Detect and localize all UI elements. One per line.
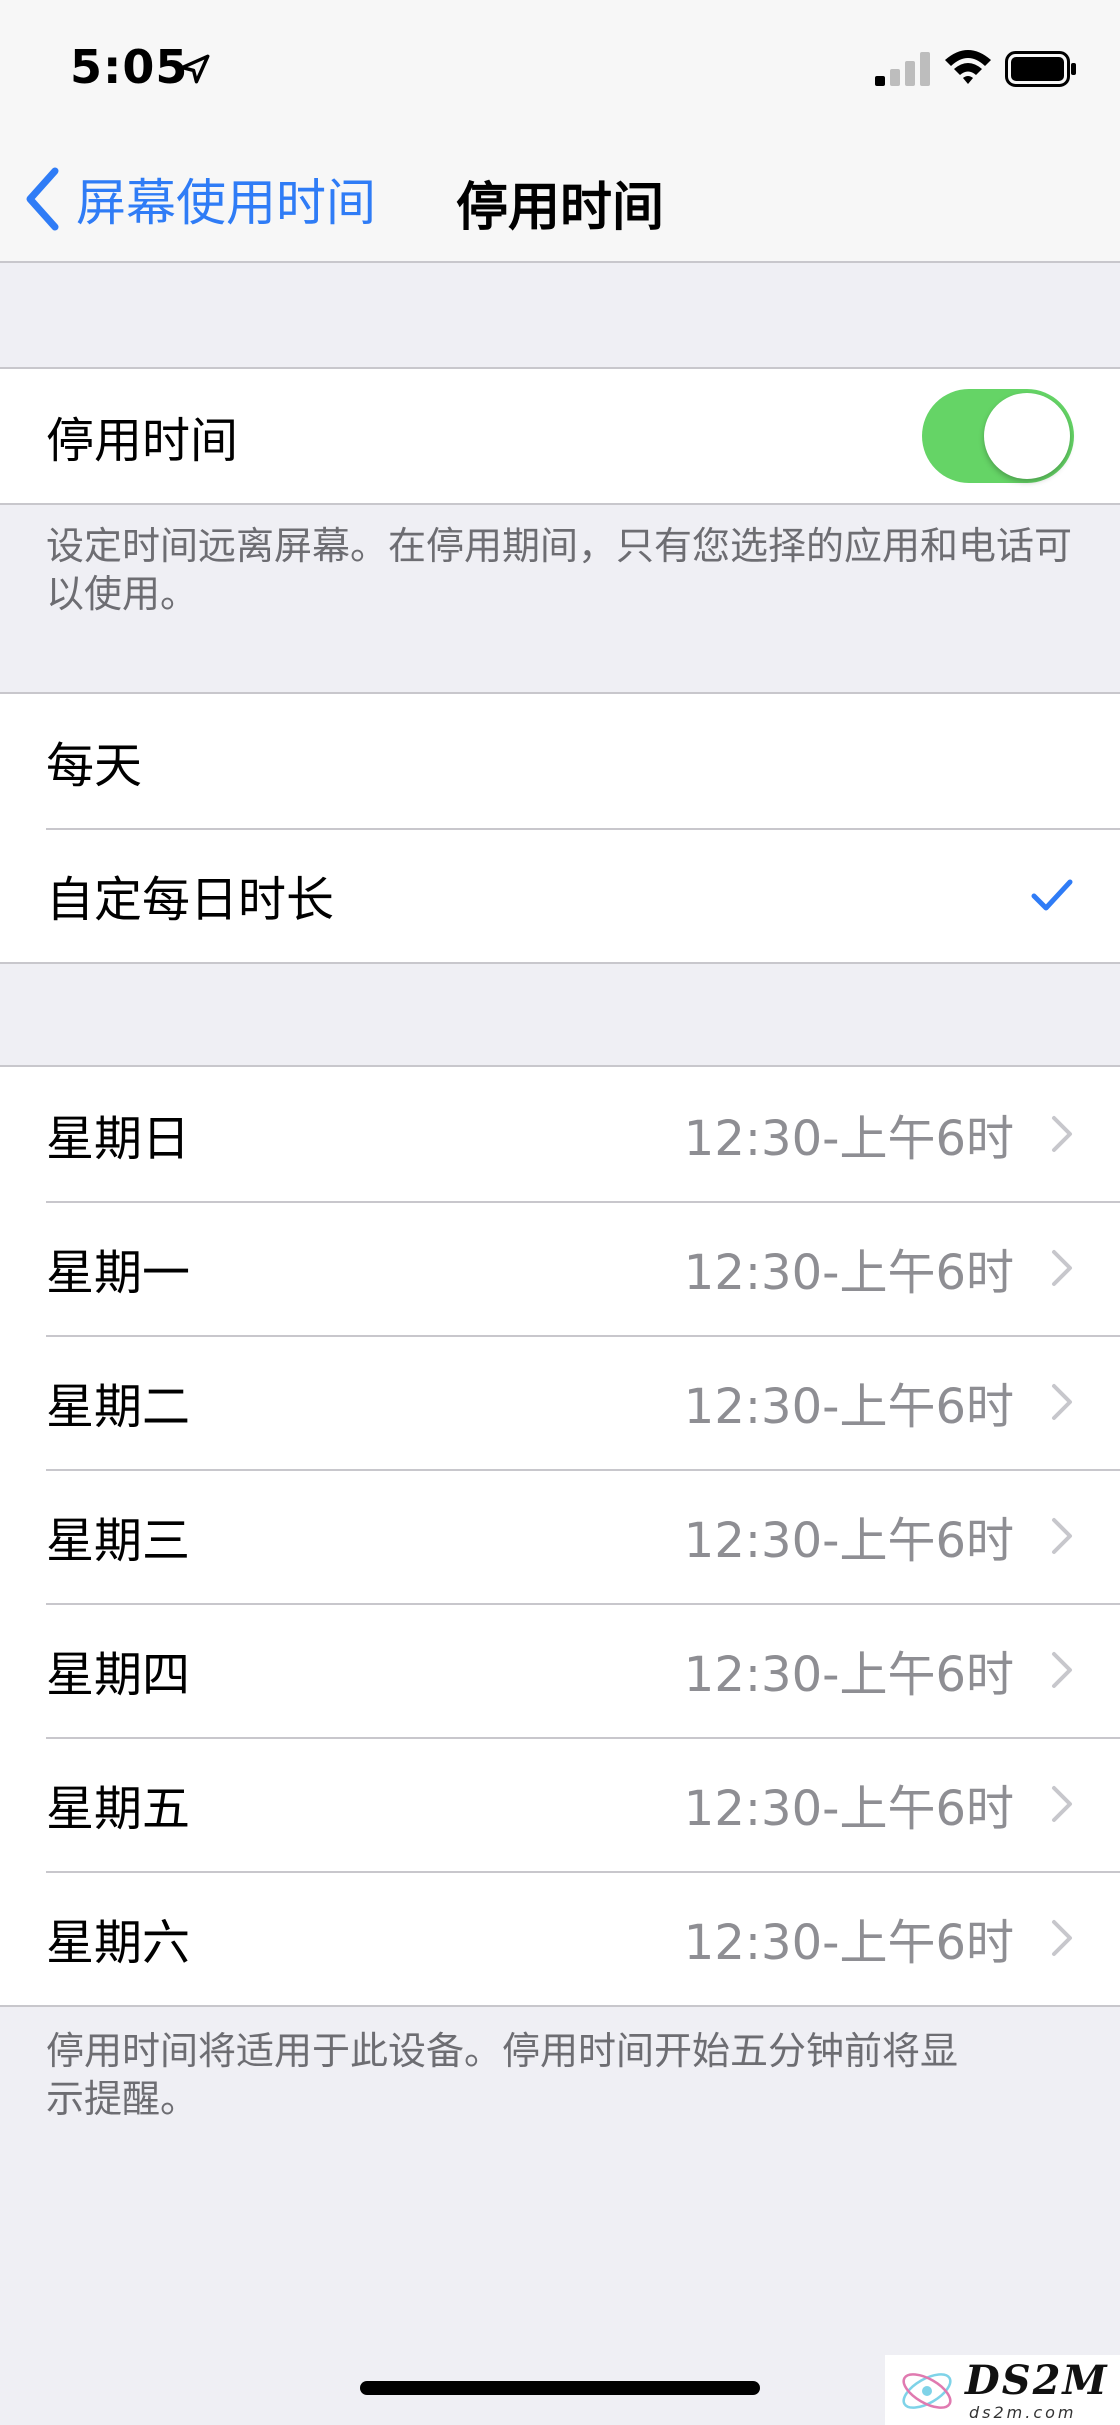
status-bar: 5:05 bbox=[0, 0, 1120, 135]
toggle-knob bbox=[984, 393, 1070, 479]
day-row-monday[interactable]: 星期一 12:30-上午6时 bbox=[0, 1201, 1120, 1335]
day-row-saturday[interactable]: 星期六 12:30-上午6时 bbox=[0, 1871, 1120, 2005]
day-row-sunday[interactable]: 星期日 12:30-上午6时 bbox=[0, 1067, 1120, 1201]
schedule-option-label: 自定每日时长 bbox=[46, 872, 335, 928]
schedule-options-group: 每天 自定每日时长 bbox=[0, 692, 1120, 964]
day-label: 星期六 bbox=[46, 1915, 191, 1971]
day-label: 星期五 bbox=[46, 1781, 191, 1837]
page-title: 停用时间 bbox=[456, 178, 665, 238]
watermark-subtext: ds2m.com bbox=[969, 2403, 1077, 2422]
downtime-toggle-group: 停用时间 bbox=[0, 367, 1120, 505]
watermark-text: DS2M bbox=[965, 2357, 1109, 2404]
day-label: 星期二 bbox=[46, 1379, 191, 1435]
chevron-right-icon bbox=[1052, 1116, 1072, 1152]
day-time-range: 12:30-上午6时 bbox=[683, 1379, 1014, 1435]
day-label: 星期一 bbox=[46, 1245, 191, 1301]
day-label: 星期日 bbox=[46, 1111, 191, 1167]
day-time-range: 12:30-上午6时 bbox=[683, 1111, 1014, 1167]
downtime-toggle-label: 停用时间 bbox=[46, 413, 239, 469]
chevron-right-icon bbox=[1052, 1250, 1072, 1286]
chevron-left-icon bbox=[26, 167, 59, 231]
wifi-icon bbox=[945, 50, 991, 84]
schedule-option-every-day[interactable]: 每天 bbox=[0, 694, 1120, 828]
watermark-logo-icon bbox=[902, 2373, 952, 2409]
schedule-option-label: 每天 bbox=[46, 738, 143, 794]
days-description: 停用时间将适用于此设备。停用时间开始五分钟前将显示提醒。 bbox=[46, 2029, 959, 2121]
schedule-option-custom-days[interactable]: 自定每日时长 bbox=[0, 828, 1120, 962]
home-indicator[interactable] bbox=[360, 2381, 760, 2395]
chevron-right-icon bbox=[1052, 1652, 1072, 1688]
chevron-right-icon bbox=[1052, 1920, 1072, 1956]
days-schedule-group: 星期日 12:30-上午6时 星期一 12:30-上午6时 星期二 12:30-… bbox=[0, 1065, 1120, 2007]
day-label: 星期四 bbox=[46, 1647, 191, 1703]
cellular-signal-icon bbox=[875, 52, 930, 86]
chevron-right-icon bbox=[1052, 1786, 1072, 1822]
day-time-range: 12:30-上午6时 bbox=[683, 1647, 1014, 1703]
day-row-tuesday[interactable]: 星期二 12:30-上午6时 bbox=[0, 1335, 1120, 1469]
downtime-description: 设定时间远离屏幕。在停用期间，只有您选择的应用和电话可以使用。 bbox=[46, 524, 1073, 616]
downtime-toggle-row: 停用时间 bbox=[0, 369, 1120, 503]
day-time-range: 12:30-上午6时 bbox=[683, 1245, 1014, 1301]
watermark: DS2M ds2m.com bbox=[885, 2355, 1120, 2425]
day-row-thursday[interactable]: 星期四 12:30-上午6时 bbox=[0, 1603, 1120, 1737]
day-time-range: 12:30-上午6时 bbox=[683, 1781, 1014, 1837]
day-label: 星期三 bbox=[46, 1513, 191, 1569]
downtime-toggle-switch[interactable] bbox=[922, 389, 1074, 483]
back-button[interactable]: 屏幕使用时间 bbox=[22, 163, 376, 235]
location-arrow-icon bbox=[180, 54, 210, 84]
back-button-label: 屏幕使用时间 bbox=[76, 174, 376, 232]
day-time-range: 12:30-上午6时 bbox=[683, 1513, 1014, 1569]
day-row-friday[interactable]: 星期五 12:30-上午6时 bbox=[0, 1737, 1120, 1871]
chevron-right-icon bbox=[1052, 1518, 1072, 1554]
checkmark-icon bbox=[1031, 879, 1073, 911]
battery-icon bbox=[1005, 51, 1076, 87]
day-row-wednesday[interactable]: 星期三 12:30-上午6时 bbox=[0, 1469, 1120, 1603]
chevron-right-icon bbox=[1052, 1384, 1072, 1420]
navigation-bar: 屏幕使用时间 停用时间 bbox=[0, 135, 1120, 263]
day-time-range: 12:30-上午6时 bbox=[683, 1915, 1014, 1971]
status-time: 5:05 bbox=[70, 40, 189, 94]
